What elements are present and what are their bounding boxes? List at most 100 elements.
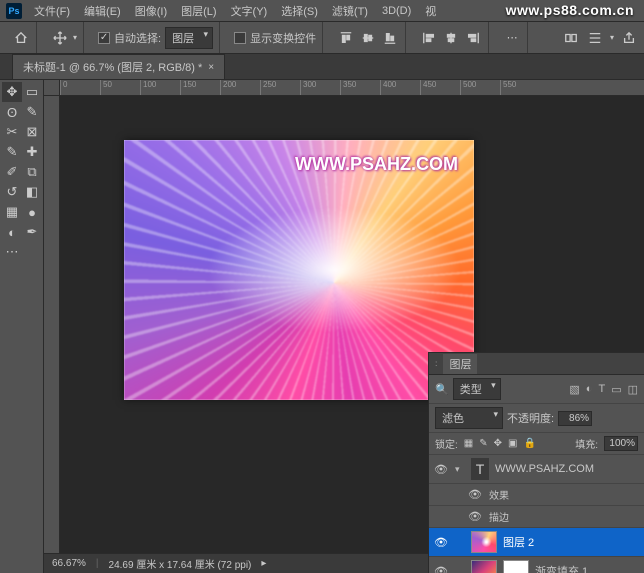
- search-icon[interactable]: 🔍: [435, 383, 449, 396]
- document-tab[interactable]: 未标题-1 @ 66.7% (图层 2, RGB/8) * ×: [12, 54, 225, 79]
- menu-file[interactable]: 文件(F): [28, 1, 76, 21]
- lock-pixel-icon[interactable]: ✎: [479, 438, 487, 449]
- frame-tool[interactable]: ⊠: [22, 122, 42, 142]
- layer-fx-group[interactable]: 👁 效果: [429, 484, 644, 506]
- options-bar: ▾ 自动选择: 图层 显示变换控件 ⋯ ▾: [0, 22, 644, 54]
- quickselect-tool[interactable]: ✎: [22, 102, 42, 122]
- mask-thumb[interactable]: [503, 560, 529, 573]
- visibility-icon[interactable]: 👁: [467, 488, 483, 501]
- marquee-tool[interactable]: ▭: [22, 82, 42, 102]
- canvas-image: [124, 140, 474, 400]
- eyedropper-tool[interactable]: ✎: [2, 142, 22, 162]
- heal-tool[interactable]: ✚: [22, 142, 42, 162]
- blend-row: 滤色 不透明度:: [429, 404, 644, 433]
- lock-trans-icon[interactable]: ▦: [464, 438, 473, 449]
- canvas-watermark-text: WWW.PSAHZ.COM: [295, 154, 458, 175]
- lasso-tool[interactable]: ʘ: [2, 102, 22, 122]
- statusbar: 66.67% | 24.69 厘米 x 17.64 厘米 (72 ppi) ▸: [44, 553, 474, 573]
- layer-filter-row: 🔍 类型 ▧ ◐ T ▭ ◫: [429, 375, 644, 404]
- menu-view[interactable]: 视: [419, 1, 442, 21]
- autoselect-label: 自动选择:: [114, 30, 161, 46]
- align-top-icon[interactable]: [337, 29, 355, 47]
- expand-icon[interactable]: ▾: [455, 464, 465, 475]
- layer-name[interactable]: WWW.PSAHZ.COM: [495, 463, 640, 475]
- menu-edit[interactable]: 编辑(E): [78, 1, 127, 21]
- layer-text[interactable]: 👁 ▾ T WWW.PSAHZ.COM: [429, 455, 644, 484]
- filter-smart-icon[interactable]: ◫: [628, 383, 638, 396]
- fx-label: 效果: [489, 487, 640, 502]
- menu-3d[interactable]: 3D(D): [376, 3, 417, 19]
- text-layer-thumb: T: [471, 458, 489, 480]
- layer-gradient-fill[interactable]: 👁 渐变填充 1: [429, 557, 644, 573]
- layers-panel: :: 图层 🔍 类型 ▧ ◐ T ▭ ◫ 滤色 不透明度: 锁定: ▦ ✎ ✥: [428, 352, 644, 573]
- align-hcenter-icon[interactable]: [442, 29, 460, 47]
- autoselect-target-dropdown[interactable]: 图层: [165, 27, 213, 49]
- zoom-value[interactable]: 66.67%: [52, 558, 86, 569]
- show-transform-checkbox[interactable]: [234, 32, 246, 44]
- menu-filter[interactable]: 滤镜(T): [326, 1, 374, 21]
- history-brush-tool[interactable]: ↺: [2, 182, 22, 202]
- dodge-tool[interactable]: ◐: [2, 222, 22, 242]
- statusbar-arrow-icon[interactable]: ▸: [261, 558, 266, 569]
- visibility-icon[interactable]: 👁: [433, 536, 449, 549]
- lock-pos-icon[interactable]: ✥: [494, 438, 502, 449]
- filter-pixel-icon[interactable]: ▧: [569, 383, 579, 396]
- panel-titlebar[interactable]: :: 图层: [429, 353, 644, 375]
- workspace: ✥▭ ʘ✎ ✂⊠ ✎✚ ✐⧉ ↺◧ ▦● ◐✒ ⋯ ▤ ◧ 0501001502…: [0, 80, 644, 573]
- visibility-icon[interactable]: 👁: [433, 463, 449, 476]
- more-align-icon[interactable]: ⋯: [503, 29, 521, 47]
- gradient-tool[interactable]: ▦: [2, 202, 22, 222]
- layer-name[interactable]: 图层 2: [503, 534, 640, 550]
- ruler-vertical: [44, 96, 60, 573]
- align-bottom-icon[interactable]: [381, 29, 399, 47]
- arrange-icon[interactable]: [586, 29, 604, 47]
- align-left-icon[interactable]: [420, 29, 438, 47]
- 3d-mode-icon[interactable]: [562, 29, 580, 47]
- move-tool-icon[interactable]: [51, 29, 69, 47]
- filter-type-dropdown[interactable]: 类型: [453, 378, 501, 400]
- app-icon: Ps: [6, 3, 22, 19]
- menu-select[interactable]: 选择(S): [275, 1, 324, 21]
- align-right-icon[interactable]: [464, 29, 482, 47]
- lock-label: 锁定:: [435, 436, 458, 451]
- layers-tab[interactable]: 图层: [443, 354, 477, 374]
- canvas[interactable]: WWW.PSAHZ.COM: [124, 140, 474, 400]
- stamp-tool[interactable]: ⧉: [22, 162, 42, 182]
- layer-fx-stroke[interactable]: 👁 描边: [429, 506, 644, 528]
- layer-raster-2[interactable]: 👁 图层 2: [429, 528, 644, 557]
- visibility-icon[interactable]: 👁: [467, 510, 483, 523]
- brush-tool[interactable]: ✐: [2, 162, 22, 182]
- lock-artboard-icon[interactable]: ▣: [508, 438, 517, 449]
- ruler-horizontal: 050100150200250300350400450500550: [60, 80, 644, 96]
- filter-text-icon[interactable]: T: [598, 383, 605, 396]
- pen-tool[interactable]: ✒: [22, 222, 42, 242]
- menu-image[interactable]: 图像(I): [129, 1, 173, 21]
- lock-all-icon[interactable]: 🔒: [523, 438, 535, 449]
- share-dropdown-icon[interactable]: ▾: [610, 33, 614, 42]
- blend-mode-dropdown[interactable]: 滤色: [435, 407, 503, 429]
- eraser-tool[interactable]: ◧: [22, 182, 42, 202]
- show-transform-label: 显示变换控件: [250, 30, 316, 46]
- filter-adjust-icon[interactable]: ◐: [586, 383, 593, 396]
- close-icon[interactable]: ×: [208, 62, 214, 73]
- tool-dropdown-icon[interactable]: ▾: [73, 33, 77, 42]
- layer-thumb[interactable]: [471, 560, 497, 573]
- doc-info: 24.69 厘米 x 17.64 厘米 (72 ppi): [109, 556, 252, 571]
- layer-name[interactable]: 渐变填充 1: [535, 563, 640, 573]
- blur-tool[interactable]: ●: [22, 202, 42, 222]
- share-icon[interactable]: [620, 29, 638, 47]
- menu-type[interactable]: 文字(Y): [225, 1, 274, 21]
- opacity-input[interactable]: [558, 411, 592, 426]
- visibility-icon[interactable]: 👁: [433, 565, 449, 573]
- layer-thumb[interactable]: [471, 531, 497, 553]
- move-tool[interactable]: ✥: [2, 82, 22, 102]
- menu-layer[interactable]: 图层(L): [175, 1, 222, 21]
- align-vcenter-icon[interactable]: [359, 29, 377, 47]
- home-icon[interactable]: [12, 29, 30, 47]
- crop-tool[interactable]: ✂: [2, 122, 22, 142]
- fill-input[interactable]: [604, 436, 638, 451]
- more-tools[interactable]: ⋯: [2, 242, 22, 262]
- menubar: Ps 文件(F) 编辑(E) 图像(I) 图层(L) 文字(Y) 选择(S) 滤…: [0, 0, 644, 22]
- filter-shape-icon[interactable]: ▭: [611, 383, 621, 396]
- autoselect-checkbox[interactable]: [98, 32, 110, 44]
